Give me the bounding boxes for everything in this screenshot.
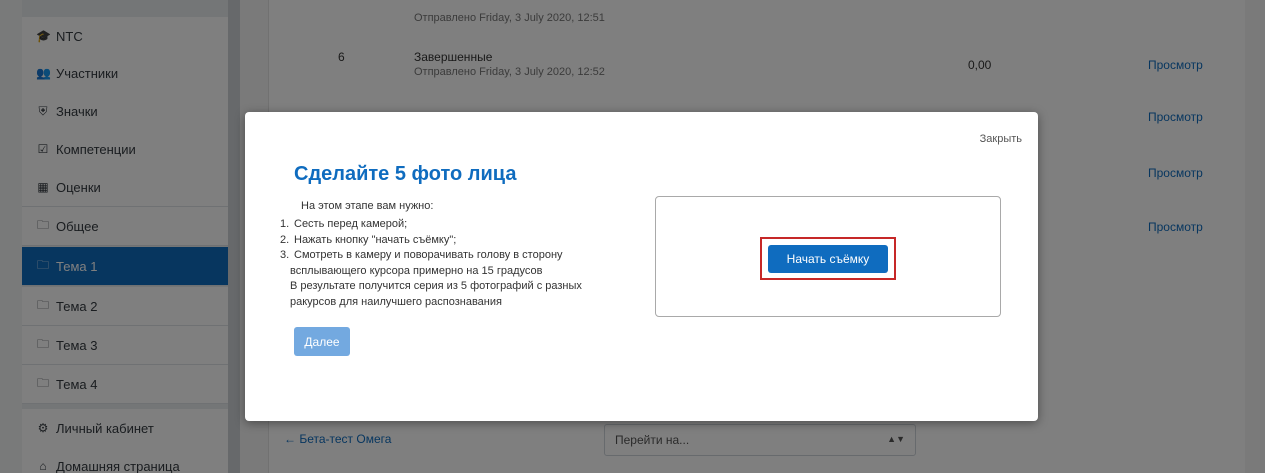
instructions-intro: На этом этапе вам нужно:: [301, 200, 434, 212]
step-text: Смотреть в камеру и поворачивать голову …: [294, 249, 563, 261]
instruction-steps: 1. Сесть перед камерой; 2. Нажать кнопку…: [280, 217, 620, 310]
step-number: 2.: [280, 233, 290, 246]
camera-preview-box: Начать съёмку: [655, 196, 1001, 317]
next-button[interactable]: Далее: [294, 327, 350, 356]
start-button-highlight: Начать съёмку: [760, 237, 896, 280]
result-text-line-2: ракурсов для наилучшего распознавания: [290, 295, 502, 308]
step-3-continuation: всплывающего курсора примерно на 15 град…: [290, 264, 543, 277]
step-text: Нажать кнопку "начать съёмку";: [294, 233, 457, 246]
step-1: 1. Сесть перед камерой;: [280, 217, 620, 233]
step-3: 3. Смотреть в камеру и поворачивать голо…: [280, 248, 620, 264]
step-number: 3.: [280, 249, 290, 261]
step-number: 1.: [280, 218, 290, 230]
face-photo-modal: Закрыть Сделайте 5 фото лица На этом эта…: [245, 112, 1038, 421]
result-text-line-1: В результате получится серия из 5 фотогр…: [290, 280, 582, 292]
modal-title: Сделайте 5 фото лица: [294, 163, 517, 185]
step-2: 2. Нажать кнопку "начать съёмку";: [280, 233, 620, 249]
close-link[interactable]: Закрыть: [980, 133, 1022, 145]
step-text: Сесть перед камерой;: [294, 218, 408, 230]
start-capture-button[interactable]: Начать съёмку: [768, 245, 888, 273]
